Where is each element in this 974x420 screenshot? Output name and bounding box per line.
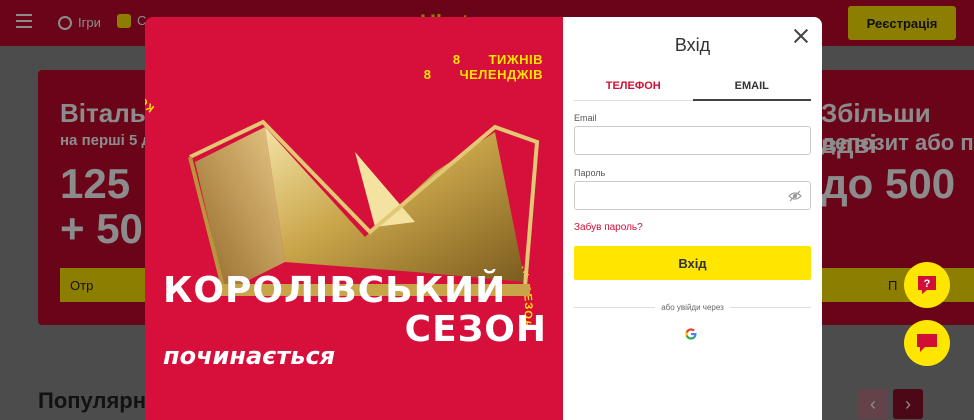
divider-line xyxy=(729,307,812,308)
login-title: Вхід xyxy=(674,35,711,55)
password-field[interactable] xyxy=(574,181,811,210)
chat-icon xyxy=(917,334,937,352)
email-label: Email xyxy=(574,113,597,123)
svg-text:?: ? xyxy=(924,278,931,290)
login-panel: Вхід ТЕЛЕФОН EMAIL Email Пароль Забув па… xyxy=(563,17,822,420)
tab-phone[interactable]: ТЕЛЕФОН xyxy=(574,77,693,101)
login-tabs: ТЕЛЕФОН EMAIL xyxy=(574,77,811,101)
promo-title-line1: КОРОЛІВСЬКИЙ xyxy=(163,270,507,311)
email-field[interactable] xyxy=(574,126,811,155)
svg-text:КОРОЛІВСЬКИЙ СЕЗОН: КОРОЛІВСЬКИЙ СЕЗОН xyxy=(145,17,181,114)
chat-button[interactable] xyxy=(904,320,950,366)
promo-panel: 8ТИЖНІВ 8ЧЕЛЕНДЖІВ КОРОЛІВСЬКИЙ СЕЗОН КО… xyxy=(145,17,563,420)
login-submit-button[interactable]: Вхід xyxy=(574,246,811,280)
login-modal: 8ТИЖНІВ 8ЧЕЛЕНДЖІВ КОРОЛІВСЬКИЙ СЕЗОН КО… xyxy=(145,17,822,420)
help-button[interactable]: ? xyxy=(904,262,950,308)
promo-title-line2: СЕЗОН xyxy=(404,309,547,350)
or-divider: або увійди через xyxy=(574,303,812,312)
question-chat-icon: ? xyxy=(918,276,936,294)
divider-line xyxy=(574,307,656,308)
or-text: або увійди через xyxy=(661,303,724,312)
forgot-password-link[interactable]: Забув пароль? xyxy=(574,222,643,233)
tab-email[interactable]: EMAIL xyxy=(692,77,811,101)
password-label: Пароль xyxy=(574,168,606,178)
promo-title-line3: починається xyxy=(163,342,336,370)
close-icon[interactable] xyxy=(792,27,810,45)
ring-text-top: КОРОЛІВСЬКИЙ СЕЗОН xyxy=(145,17,180,114)
google-icon[interactable] xyxy=(685,328,697,340)
eye-off-icon[interactable] xyxy=(788,190,802,202)
